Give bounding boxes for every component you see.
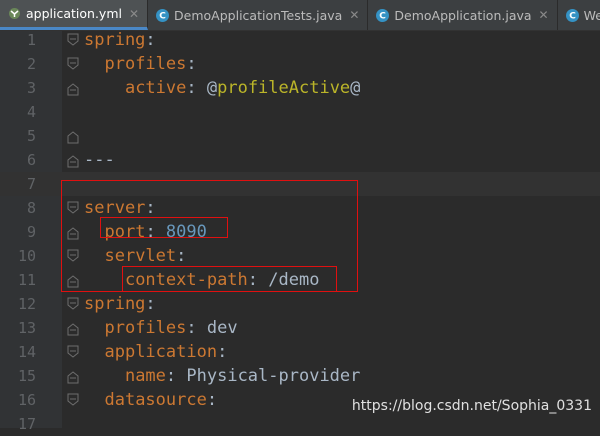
yaml-separator: : [145, 30, 156, 50]
code-line[interactable]: application: [84, 340, 227, 364]
code-line[interactable]: name: Physical-provider [84, 364, 360, 388]
context-path-highlight [122, 266, 337, 292]
yaml-key: spring [84, 294, 146, 314]
yaml-value: profileActive [217, 78, 351, 98]
java-class-icon: C [156, 8, 170, 22]
value-prefix: @ [206, 78, 218, 98]
fold-end-icon[interactable] [67, 371, 79, 384]
yaml-separator: : [165, 366, 187, 386]
tab-label: DemoApplicationTests.java [174, 7, 343, 23]
tab-demo-application[interactable]: C DemoApplication.java ✕ [368, 0, 558, 30]
tab-websocket[interactable]: C WebSocl [558, 0, 600, 30]
yaml-value: Physical-provider [186, 366, 361, 386]
code-line[interactable]: datasource: [84, 388, 217, 412]
yaml-key: profiles [104, 54, 187, 74]
yaml-key: name [124, 366, 166, 386]
close-icon[interactable]: ✕ [539, 8, 549, 22]
code-line[interactable]: spring: [84, 292, 156, 316]
tab-label: WebSocl [583, 7, 600, 23]
close-icon[interactable]: ✕ [349, 8, 359, 22]
yaml-key: profiles [104, 318, 187, 338]
code-line[interactable]: active: @profileActive@ [84, 76, 360, 100]
code-line[interactable]: spring: [84, 28, 156, 52]
watermark: https://blog.csdn.net/Sophia_0331 [351, 398, 592, 414]
java-class-icon: C [565, 8, 579, 22]
fold-collapse-icon[interactable] [67, 345, 79, 358]
fold-end-icon[interactable] [67, 131, 79, 144]
tab-demo-application-tests[interactable]: C DemoApplicationTests.java ✕ [148, 0, 369, 30]
java-class-icon: C [376, 8, 390, 22]
fold-collapse-icon[interactable] [67, 33, 79, 46]
port-highlight [100, 217, 228, 238]
yaml-separator: : [186, 318, 207, 338]
yaml-separator: : [186, 78, 207, 98]
close-icon[interactable]: ✕ [129, 7, 139, 21]
yaml-key: datasource [104, 390, 207, 410]
fold-end-icon[interactable] [67, 323, 79, 336]
code-line[interactable]: profiles: [84, 52, 197, 76]
yaml-separator: : [206, 390, 218, 410]
tab-label: DemoApplication.java [394, 7, 532, 23]
svg-text:C: C [569, 11, 576, 21]
code-line[interactable]: --- [84, 148, 115, 172]
svg-text:C: C [159, 11, 166, 21]
value-suffix: @ [350, 78, 361, 98]
yaml-key: active [124, 78, 187, 98]
yaml-separator: : [145, 294, 156, 314]
svg-text:C: C [380, 11, 387, 21]
code-line[interactable]: profiles: dev [84, 316, 238, 340]
fold-collapse-icon[interactable] [67, 393, 79, 406]
yaml-key: application [104, 342, 218, 362]
fold-collapse-icon[interactable] [67, 297, 79, 310]
yaml-key: spring [84, 30, 146, 50]
yaml-value: dev [206, 318, 238, 338]
yaml-separator: : [217, 342, 228, 362]
fold-end-icon[interactable] [67, 83, 79, 96]
fold-collapse-icon[interactable] [67, 57, 79, 70]
yaml-value: --- [84, 150, 115, 170]
fold-end-icon[interactable] [67, 155, 79, 168]
yaml-separator: : [186, 54, 197, 74]
